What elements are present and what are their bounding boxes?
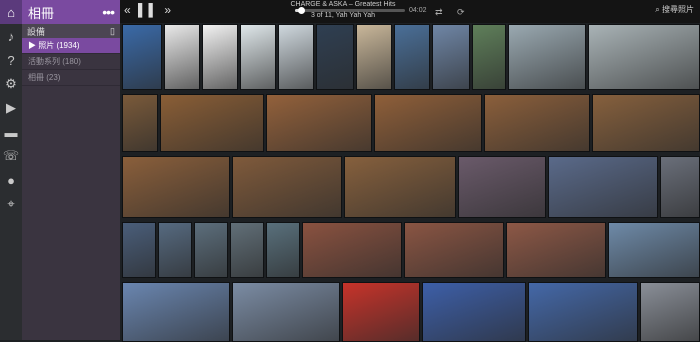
photo-thumbnail[interactable] (404, 222, 504, 278)
app-title: 相冊 (28, 5, 55, 21)
home-icon[interactable]: ⌂ (0, 0, 22, 24)
track-sub-wrap: 3 of 11, Yah Yah Yah (282, 12, 404, 19)
device-row[interactable]: 設備 ▯ (22, 24, 120, 38)
photo-thumbnail[interactable] (122, 156, 230, 218)
person-icon[interactable]: ● (0, 168, 22, 192)
phone-device-icon: ▯ (110, 25, 115, 36)
shuffle-repeat-controls[interactable]: ⇄ ⟳ (435, 7, 471, 18)
photo-thumbnail[interactable] (316, 24, 354, 90)
photo-thumbnail[interactable] (278, 24, 314, 90)
photo-thumbnail[interactable] (164, 24, 200, 90)
photo-thumbnail[interactable] (640, 282, 700, 342)
photo-thumbnail[interactable] (342, 282, 420, 342)
gear-icon[interactable]: ⚙ (0, 72, 22, 96)
photo-thumbnail[interactable] (506, 222, 606, 278)
photo-thumbnail[interactable] (202, 24, 238, 90)
photo-thumbnail[interactable] (472, 24, 506, 90)
photo-thumbnail[interactable] (356, 24, 392, 90)
icon-rail: ⌂ ♪ ? ⚙ ▶ ▬ ☏ ● ⌖ (0, 0, 23, 340)
photo-thumbnail[interactable] (422, 282, 526, 342)
photo-thumbnail[interactable] (484, 94, 590, 152)
sidebar-item-events[interactable]: 活動系列 (180) (22, 54, 120, 70)
photo-grid (122, 24, 700, 342)
photo-thumbnail[interactable] (344, 156, 456, 218)
more-icon[interactable]: ••• (102, 4, 115, 20)
time-remaining: 04:02 (409, 7, 427, 14)
photo-thumbnail[interactable] (266, 94, 372, 152)
photo-thumbnail[interactable] (232, 282, 340, 342)
device-label: 設備 (27, 26, 46, 37)
photo-thumbnail[interactable] (266, 222, 300, 278)
photo-thumbnail[interactable] (458, 156, 546, 218)
search-photos[interactable]: ⌕ 搜尋照片 (655, 4, 694, 15)
location-pin-icon[interactable]: ⌖ (0, 192, 22, 216)
play-icon[interactable]: ▶ (0, 96, 22, 120)
search-label: 搜尋照片 (662, 5, 694, 14)
photo-thumbnail[interactable] (232, 156, 342, 218)
photo-thumbnail[interactable] (122, 282, 230, 342)
photo-thumbnail[interactable] (302, 222, 402, 278)
photo-thumbnail[interactable] (508, 24, 586, 90)
sidebar-header: 相冊 ••• (22, 0, 120, 24)
photo-thumbnail[interactable] (608, 222, 700, 278)
photo-thumbnail[interactable] (122, 24, 162, 90)
folder-icon[interactable]: ▬ (0, 120, 22, 144)
music-note-icon[interactable]: ♪ (0, 24, 22, 48)
photo-thumbnail[interactable] (592, 94, 700, 152)
photo-thumbnail[interactable] (230, 222, 264, 278)
photo-thumbnail[interactable] (160, 94, 264, 152)
photo-thumbnail[interactable] (528, 282, 638, 342)
photo-thumbnail[interactable] (122, 222, 156, 278)
playback-controls[interactable]: « ▌▌ » (124, 3, 173, 17)
photo-thumbnail[interactable] (588, 24, 700, 90)
photo-thumbnail[interactable] (432, 24, 470, 90)
player-bar: « ▌▌ » CHARGE & ASKA – Greatest Hits 3 o… (120, 0, 700, 23)
sidebar-item-albums[interactable]: 相冊 (23) (22, 70, 120, 86)
photo-thumbnail[interactable] (394, 24, 430, 90)
sidebar-item-photos[interactable]: ▶ 照片 (1934) (22, 38, 120, 54)
help-icon[interactable]: ? (0, 48, 22, 72)
phone-icon[interactable]: ☏ (0, 144, 22, 168)
photo-thumbnail[interactable] (122, 94, 158, 152)
sidebar: 相冊 ••• 設備 ▯ ▶ 照片 (1934) 活動系列 (180) 相冊 (2… (22, 0, 120, 340)
track-subtitle: 3 of 11, Yah Yah Yah (310, 12, 376, 19)
search-icon: ⌕ (655, 5, 660, 14)
photo-thumbnail[interactable] (194, 222, 228, 278)
photo-thumbnail[interactable] (660, 156, 700, 218)
photo-thumbnail[interactable] (158, 222, 192, 278)
photo-thumbnail[interactable] (548, 156, 658, 218)
photo-thumbnail[interactable] (374, 94, 482, 152)
photo-thumbnail[interactable] (240, 24, 276, 90)
